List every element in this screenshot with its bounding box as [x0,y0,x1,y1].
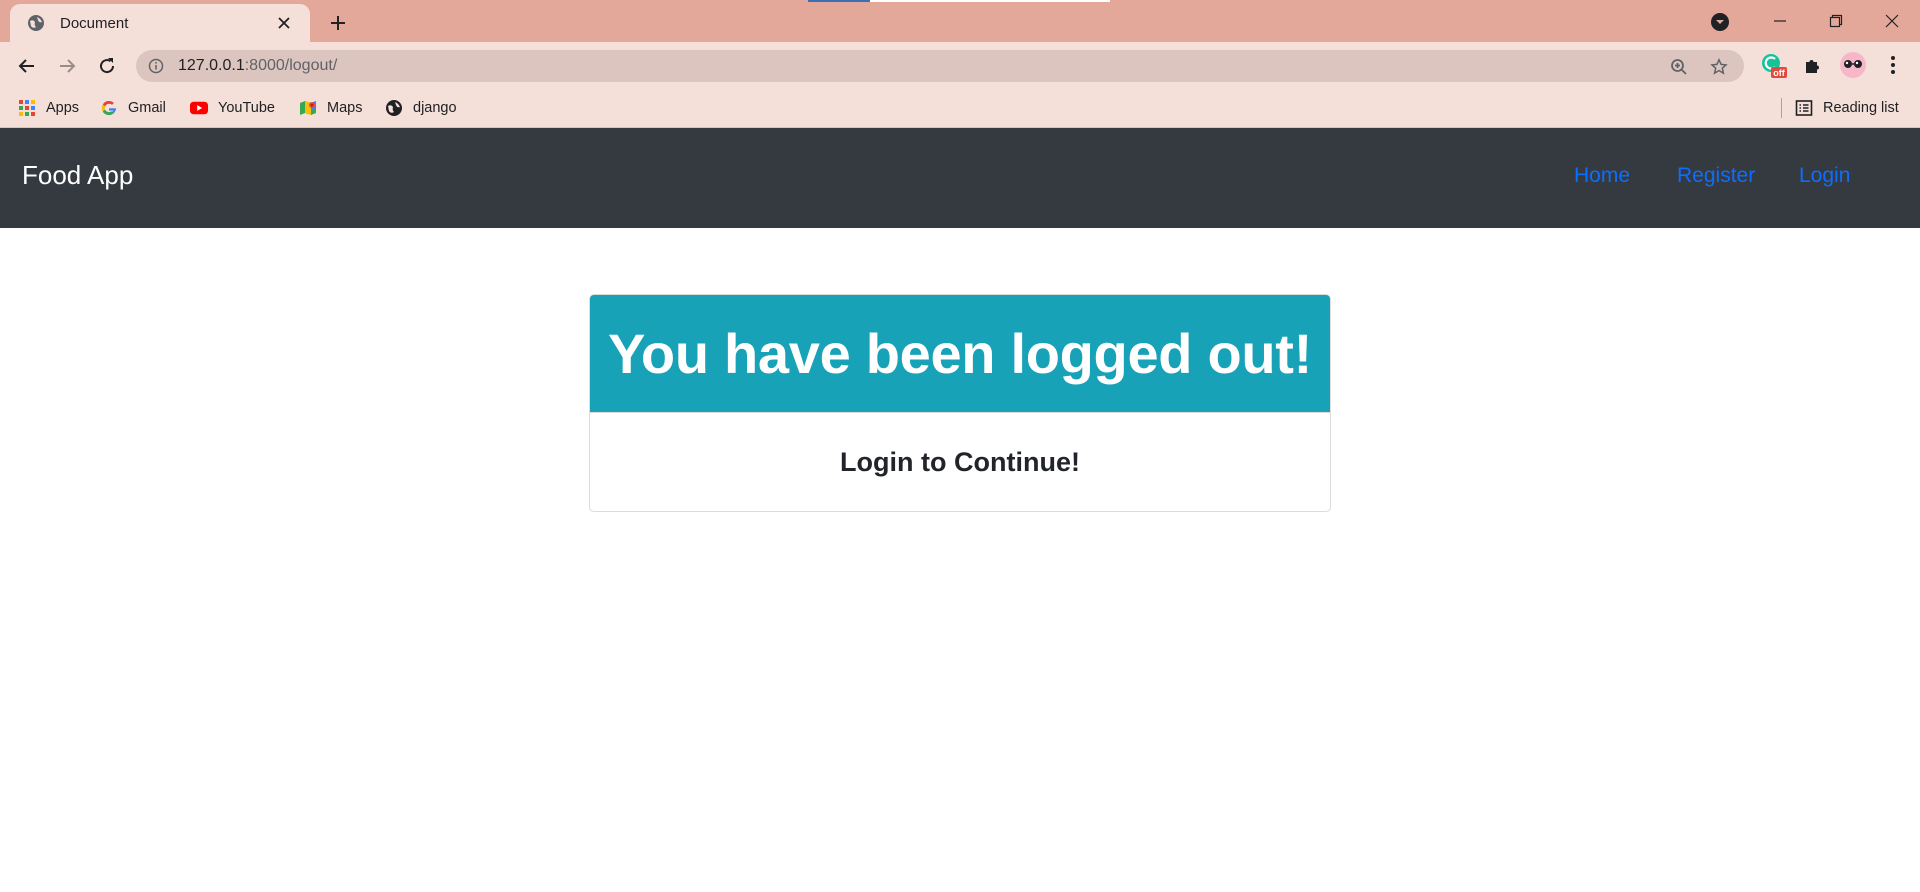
bookmark-label: Gmail [128,100,166,116]
bookmark-django[interactable]: django [385,96,457,120]
url-path: :8000/logout/ [244,57,338,74]
bookmark-label: YouTube [218,100,275,116]
tab-drag-indicator [808,0,1110,2]
forward-arrow-icon[interactable] [51,50,83,82]
apps-grid-icon [18,99,36,117]
globe-icon [26,13,46,33]
close-tab-icon[interactable] [272,11,296,35]
browser-tabstrip: Document [0,0,1920,42]
site-navbar: Food App Home Register Login [0,128,1920,228]
reading-list-button[interactable]: Reading list [1795,96,1899,120]
address-bar[interactable]: 127.0.0.1:8000/logout/ [136,50,1744,82]
restore-button[interactable] [1808,0,1864,42]
logout-card-body: Login to Continue! [590,412,1330,511]
zoom-icon[interactable] [1668,56,1690,78]
navbar-brand[interactable]: Food App [22,160,133,191]
url-host: 127.0.0.1 [178,57,245,74]
bookmark-label: Maps [327,100,363,116]
globe-icon [385,99,403,117]
back-arrow-icon[interactable] [11,50,43,82]
nav-link-home[interactable]: Home [1574,164,1630,188]
tab-title: Document [60,14,129,32]
reading-list-label: Reading list [1823,100,1899,116]
maps-icon [299,99,317,117]
nav-link-register[interactable]: Register [1677,164,1755,188]
logged-out-heading: You have been logged out! [608,322,1312,385]
address-url: 127.0.0.1:8000/logout/ [178,57,337,75]
nav-link-login[interactable]: Login [1799,164,1850,188]
youtube-icon [190,99,208,117]
login-to-continue-text: Login to Continue! [840,446,1080,477]
extensions-puzzle-icon[interactable] [1798,50,1828,80]
bookmark-apps[interactable]: Apps [18,96,79,120]
new-tab-button[interactable] [322,9,354,37]
google-icon [100,99,118,117]
bookmark-label: django [413,100,457,116]
bookmark-star-icon[interactable] [1708,56,1730,78]
reading-list-icon [1795,99,1813,117]
bookmarks-bar: Apps Gmail YouTube Maps django Reading l… [0,88,1920,128]
grammarly-extension-icon[interactable]: off [1758,50,1788,80]
browser-tab[interactable]: Document [10,4,310,42]
bookmark-gmail[interactable]: Gmail [100,96,166,120]
bookmark-maps[interactable]: Maps [299,96,362,120]
bookmark-label: Apps [46,100,80,116]
more-options-icon[interactable] [1878,50,1908,80]
reload-icon[interactable] [91,50,123,82]
profile-avatar[interactable] [1838,50,1868,80]
bookmarks-separator [1781,98,1782,118]
minimize-button[interactable] [1752,0,1808,42]
site-info-icon[interactable] [148,58,164,74]
tab-search-icon[interactable] [1708,10,1732,34]
browser-toolbar: 127.0.0.1:8000/logout/ off [0,42,1920,88]
extension-badge: off [1773,68,1785,78]
logout-card: You have been logged out! Login to Conti… [589,294,1331,512]
bookmark-youtube[interactable]: YouTube [190,96,275,120]
logout-card-header: You have been logged out! [590,295,1330,412]
close-window-button[interactable] [1864,0,1920,42]
